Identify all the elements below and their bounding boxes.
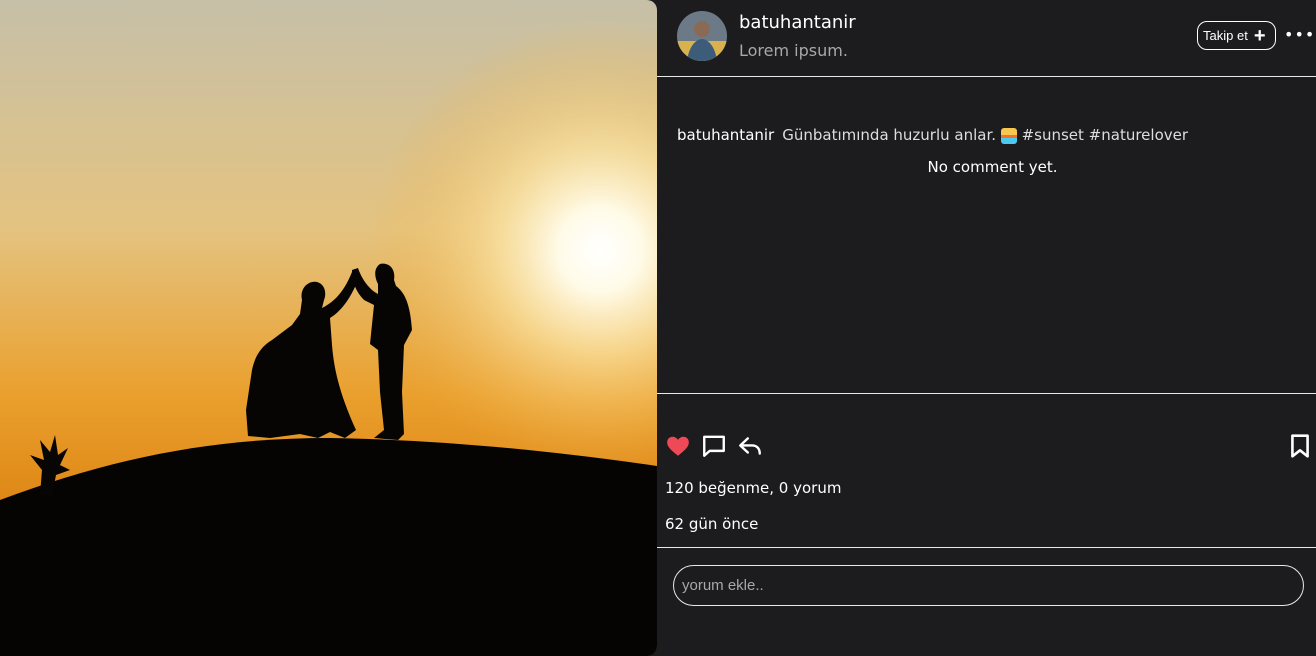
bookmark-icon[interactable] [1287, 433, 1313, 459]
sunset-emoji-icon [1000, 127, 1017, 144]
heart-icon[interactable] [665, 433, 691, 459]
reply-icon[interactable] [737, 433, 763, 459]
plus-icon: + [1253, 24, 1266, 47]
caption-body: Günbatımında huzurlu anlar. [782, 126, 997, 144]
avatar-image [677, 11, 727, 61]
divider [657, 547, 1316, 548]
follow-button[interactable]: Takip et + [1197, 21, 1276, 50]
post-image [0, 0, 657, 656]
comment-input[interactable] [673, 565, 1304, 606]
divider [657, 393, 1316, 394]
avatar[interactable] [677, 11, 727, 61]
comment-icon[interactable] [701, 433, 727, 459]
post-header: batuhantanir Lorem ipsum. Takip et + ••• [657, 0, 1316, 77]
follow-label: Takip et [1203, 28, 1248, 43]
user-subtitle: Lorem ipsum. [739, 41, 848, 60]
likes-comments-count[interactable]: 120 beğenme, 0 yorum [665, 479, 841, 497]
caption-text: Günbatımında huzurlu anlar. #sunset #nat… [782, 126, 1188, 144]
caption-hashtags[interactable]: #sunset #naturelover [1022, 126, 1188, 144]
username[interactable]: batuhantanir [739, 12, 856, 33]
post-timestamp: 62 gün önce [665, 515, 759, 533]
post-caption: batuhantanir Günbatımında huzurlu anlar.… [677, 126, 1188, 144]
caption-username[interactable]: batuhantanir [677, 126, 774, 144]
sunset-photo [0, 0, 657, 656]
more-icon[interactable]: ••• [1284, 25, 1315, 44]
empty-comments-message: No comment yet. [927, 158, 1058, 176]
post-details-panel: batuhantanir Lorem ipsum. Takip et + •••… [657, 0, 1316, 656]
